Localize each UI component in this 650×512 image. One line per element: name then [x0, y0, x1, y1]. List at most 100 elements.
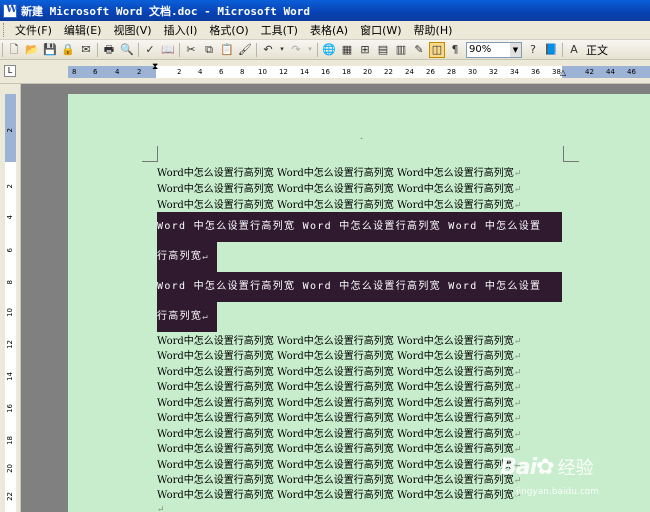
tab-selector[interactable]: L	[4, 65, 16, 77]
line-text: Word中怎么设置行高列宽 Word中怎么设置行高列宽 Word中怎么设置行高列…	[157, 184, 514, 195]
redo-icon[interactable]: ↷	[288, 42, 304, 58]
line-text: Word中怎么设置行高列宽 Word中怎么设置行高列宽 Word中怎么设置行高列…	[157, 398, 514, 409]
watermark-url: jingyan.baidu.com	[516, 487, 600, 497]
line-text: Word中怎么设置行高列宽 Word中怎么设置行高列宽 Word中怎么设置行高列…	[157, 444, 514, 455]
doc-line[interactable]: Word中怎么设置行高列宽 Word中怎么设置行高列宽 Word中怎么设置行高列…	[157, 396, 521, 411]
menu-file[interactable]: 文件(F)	[9, 22, 58, 38]
paragraph-mark: ↵	[513, 352, 522, 362]
chevron-down-icon[interactable]: ▼	[510, 42, 521, 57]
email-icon[interactable]: ✉	[78, 42, 94, 58]
show-hide-icon[interactable]: ¶	[447, 42, 463, 58]
horizontal-ruler[interactable]: L ⧗ 8 6 4 2 2 4 6 8 10 12 14 16 18 20 22…	[0, 60, 650, 84]
spelling-icon[interactable]: ✓	[142, 42, 158, 58]
vertical-ruler[interactable]: 2 2 4 6 8 10 12 14 16 18 20 22	[0, 84, 21, 512]
vruler-tick: 18	[6, 436, 14, 445]
doc-line[interactable]: Word中怎么设置行高列宽 Word中怎么设置行高列宽 Word中怎么设置行高列…	[157, 365, 521, 380]
paragraph-mark: ↵	[513, 185, 522, 195]
undo-dropdown-icon[interactable]: ▾	[278, 42, 286, 58]
indent-marker-icon[interactable]: ⧗	[152, 62, 158, 72]
copy-icon[interactable]: ⧉	[201, 42, 217, 58]
selected-line[interactable]: Word 中怎么设置行高列宽 Word 中怎么设置行高列宽 Word 中怎么设置	[157, 272, 562, 302]
selected-text: Word 中怎么设置行高列宽 Word 中怎么设置行高列宽 Word 中怎么设置	[157, 221, 542, 232]
undo-icon[interactable]: ↶	[260, 42, 276, 58]
line-text: Word中怎么设置行高列宽 Word中怎么设置行高列宽 Word中怎么设置行高列…	[157, 168, 514, 179]
vruler-tick: 22	[6, 492, 14, 501]
word-app-icon[interactable]	[3, 3, 17, 18]
line-text: Word中怎么设置行高列宽 Word中怎么设置行高列宽 Word中怎么设置行高列…	[157, 367, 514, 378]
menu-format[interactable]: 格式(O)	[203, 22, 254, 38]
doc-line[interactable]: Word中怎么设置行高列宽 Word中怎么设置行高列宽 Word中怎么设置行高列…	[157, 349, 521, 364]
tables-borders-icon[interactable]: ▦	[339, 42, 355, 58]
line-text: Word中怎么设置行高列宽 Word中怎么设置行高列宽 Word中怎么设置行高列…	[157, 413, 514, 424]
document-map-icon[interactable]: ◫	[429, 41, 445, 58]
redo-dropdown-icon[interactable]: ▾	[306, 42, 314, 58]
insert-excel-icon[interactable]: ▤	[375, 42, 391, 58]
line-text: Word中怎么设置行高列宽 Word中怎么设置行高列宽 Word中怎么设置行高列…	[157, 490, 514, 501]
menu-view[interactable]: 视图(V)	[107, 22, 157, 38]
doc-line[interactable]: Word中怎么设置行高列宽 Word中怎么设置行高列宽 Word中怎么设置行高列…	[157, 166, 521, 181]
paragraph-mark: ↵	[513, 337, 522, 347]
watermark-jingyan: 经验	[557, 458, 594, 479]
cut-icon[interactable]: ✂	[183, 42, 199, 58]
menu-help[interactable]: 帮助(H)	[408, 22, 459, 38]
doc-line[interactable]: Word中怎么设置行高列宽 Word中怎么设置行高列宽 Word中怎么设置行高列…	[157, 182, 521, 197]
doc-line[interactable]: Word中怎么设置行高列宽 Word中怎么设置行高列宽 Word中怎么设置行高列…	[157, 442, 521, 457]
doc-line[interactable]: Word中怎么设置行高列宽 Word中怎么设置行高列宽 Word中怎么设置行高列…	[157, 380, 521, 395]
format-painter-icon[interactable]: 🖌	[237, 42, 253, 58]
permission-icon[interactable]: 🔒	[60, 42, 76, 58]
paragraph-mark: ↵	[513, 399, 522, 409]
menu-insert[interactable]: 插入(I)	[158, 22, 204, 38]
toolbar-grip[interactable]	[2, 42, 3, 57]
paragraph-mark: ↵	[202, 252, 209, 262]
menu-edit[interactable]: 编辑(E)	[58, 22, 108, 38]
crop-mark-top-right	[563, 146, 579, 162]
paragraph-mark: ↵	[513, 368, 522, 378]
doc-line[interactable]: ↵	[157, 502, 177, 512]
open-icon[interactable]: 📂	[24, 42, 40, 58]
hyperlink-icon[interactable]: 🌐	[321, 42, 337, 58]
read-icon[interactable]: 📘	[543, 42, 559, 58]
vruler-tick: 2	[6, 128, 14, 133]
save-icon[interactable]: 💾	[42, 42, 58, 58]
ruler-tick: 36	[531, 68, 540, 76]
line-text: Word中怎么设置行高列宽 Word中怎么设置行高列宽 Word中怎么设置行高列…	[157, 382, 514, 393]
menu-tools[interactable]: 工具(T)	[255, 22, 304, 38]
selected-line[interactable]: 行高列宽↵	[157, 242, 217, 272]
doc-line[interactable]: Word中怎么设置行高列宽 Word中怎么设置行高列宽 Word中怎么设置行高列…	[157, 488, 521, 503]
style-select[interactable]: 正文	[583, 42, 611, 58]
help-icon[interactable]: ?	[525, 42, 541, 58]
selected-line[interactable]: Word 中怎么设置行高列宽 Word 中怎么设置行高列宽 Word 中怎么设置	[157, 212, 562, 242]
ruler-tick: 18	[342, 68, 351, 76]
document-page[interactable]: ˆ Word中怎么设置行高列宽 Word中怎么设置行高列宽 Word中怎么设置行…	[68, 94, 650, 512]
print-preview-icon[interactable]: 🔍	[119, 42, 135, 58]
title-bar: 新建 Microsoft Word 文档.doc - Microsoft Wor…	[0, 0, 650, 21]
doc-line[interactable]: Word中怎么设置行高列宽 Word中怎么设置行高列宽 Word中怎么设置行高列…	[157, 427, 521, 442]
columns-icon[interactable]: ▥	[393, 42, 409, 58]
menu-grip[interactable]	[3, 23, 6, 37]
vruler-tick: 12	[6, 340, 14, 349]
right-indent-icon[interactable]: △	[560, 68, 566, 77]
print-icon[interactable]: 🖶	[101, 42, 117, 58]
menu-table[interactable]: 表格(A)	[304, 22, 354, 38]
doc-line[interactable]: Word中怎么设置行高列宽 Word中怎么设置行高列宽 Word中怎么设置行高列…	[157, 473, 521, 488]
paragraph-mark: ↵	[513, 430, 522, 440]
zoom-select[interactable]: 90% ▼	[466, 41, 522, 58]
doc-line[interactable]: Word中怎么设置行高列宽 Word中怎么设置行高列宽 Word中怎么设置行高列…	[157, 411, 521, 426]
window-title: 新建 Microsoft Word 文档.doc - Microsoft Wor…	[21, 4, 311, 18]
doc-line[interactable]: Word中怎么设置行高列宽 Word中怎么设置行高列宽 Word中怎么设置行高列…	[157, 458, 521, 473]
drawing-icon[interactable]: ✎	[411, 42, 427, 58]
ruler-tick: 14	[300, 68, 309, 76]
paste-icon[interactable]: 📋	[219, 42, 235, 58]
menu-window[interactable]: 窗口(W)	[354, 22, 407, 38]
doc-line[interactable]: Word中怎么设置行高列宽 Word中怎么设置行高列宽 Word中怎么设置行高列…	[157, 198, 521, 213]
new-icon[interactable]: 🗋	[6, 42, 22, 58]
ruler-tick: 34	[510, 68, 519, 76]
research-icon[interactable]: 📖	[160, 42, 176, 58]
ruler-tick: 4	[198, 68, 203, 76]
paragraph-mark: ↵	[157, 505, 165, 512]
selected-line[interactable]: 行高列宽↵	[157, 302, 217, 332]
styles-icon[interactable]: A	[566, 42, 582, 58]
line-text: Word中怎么设置行高列宽 Word中怎么设置行高列宽 Word中怎么设置行高列…	[157, 475, 514, 486]
doc-line[interactable]: Word中怎么设置行高列宽 Word中怎么设置行高列宽 Word中怎么设置行高列…	[157, 334, 521, 349]
insert-table-icon[interactable]: ⊞	[357, 42, 373, 58]
